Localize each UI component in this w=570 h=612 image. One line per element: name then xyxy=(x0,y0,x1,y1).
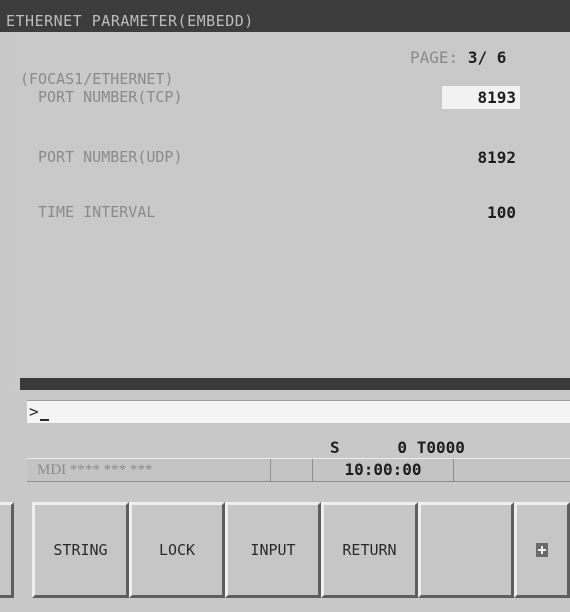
page-indicator: PAGE: 3/ 6 xyxy=(410,48,506,67)
param-value-tcp-port[interactable]: 8193 xyxy=(442,86,520,109)
title-bar: ETHERNET PARAMETER(EMBEDD) xyxy=(0,0,570,32)
panel-shadow xyxy=(20,378,570,390)
softkey-input[interactable]: INPUT xyxy=(225,502,321,598)
softkey-prev-page[interactable] xyxy=(0,502,14,598)
param-label-tcp-port: PORT NUMBER(TCP) xyxy=(38,88,183,106)
softkey-lock[interactable]: LOCK xyxy=(129,502,225,598)
spindle-tool-readout: S 0 T0000 xyxy=(330,438,465,457)
page-label: PAGE: xyxy=(410,48,459,67)
mode-indicator: MDI **** *** *** xyxy=(27,459,271,481)
param-value-udp-port[interactable]: 8192 xyxy=(446,148,516,167)
softkey-bar: STRING LOCK INPUT RETURN xyxy=(0,492,570,604)
clock-display: 10:00:00 xyxy=(313,459,454,481)
input-prompt: > xyxy=(29,402,39,421)
softkey-next-page[interactable] xyxy=(514,502,570,598)
parameter-panel: PAGE: 3/ 6 (FOCAS1/ETHERNET) PORT NUMBER… xyxy=(10,32,570,378)
softkey-string[interactable]: STRING xyxy=(32,502,129,598)
key-input-line[interactable]: > xyxy=(27,400,570,423)
plus-icon xyxy=(536,543,548,557)
softkey-blank[interactable] xyxy=(418,502,514,598)
page-current: 3 xyxy=(467,48,478,67)
page-total: 6 xyxy=(496,48,507,67)
param-label-udp-port: PORT NUMBER(UDP) xyxy=(38,148,183,166)
section-title: (FOCAS1/ETHERNET) xyxy=(20,70,174,88)
status-bar: MDI **** *** *** 10:00:00 xyxy=(27,458,570,482)
panel-shadow-gap xyxy=(10,378,20,390)
status-cell-blank xyxy=(272,459,313,481)
screen-title: ETHERNET PARAMETER(EMBEDD) xyxy=(6,12,254,30)
param-value-time-interval[interactable]: 100 xyxy=(446,203,516,222)
softkey-return[interactable]: RETURN xyxy=(321,502,418,598)
param-label-time-interval: TIME INTERVAL xyxy=(38,203,156,221)
page-separator: / xyxy=(477,48,488,67)
key-input-field[interactable] xyxy=(41,402,565,422)
